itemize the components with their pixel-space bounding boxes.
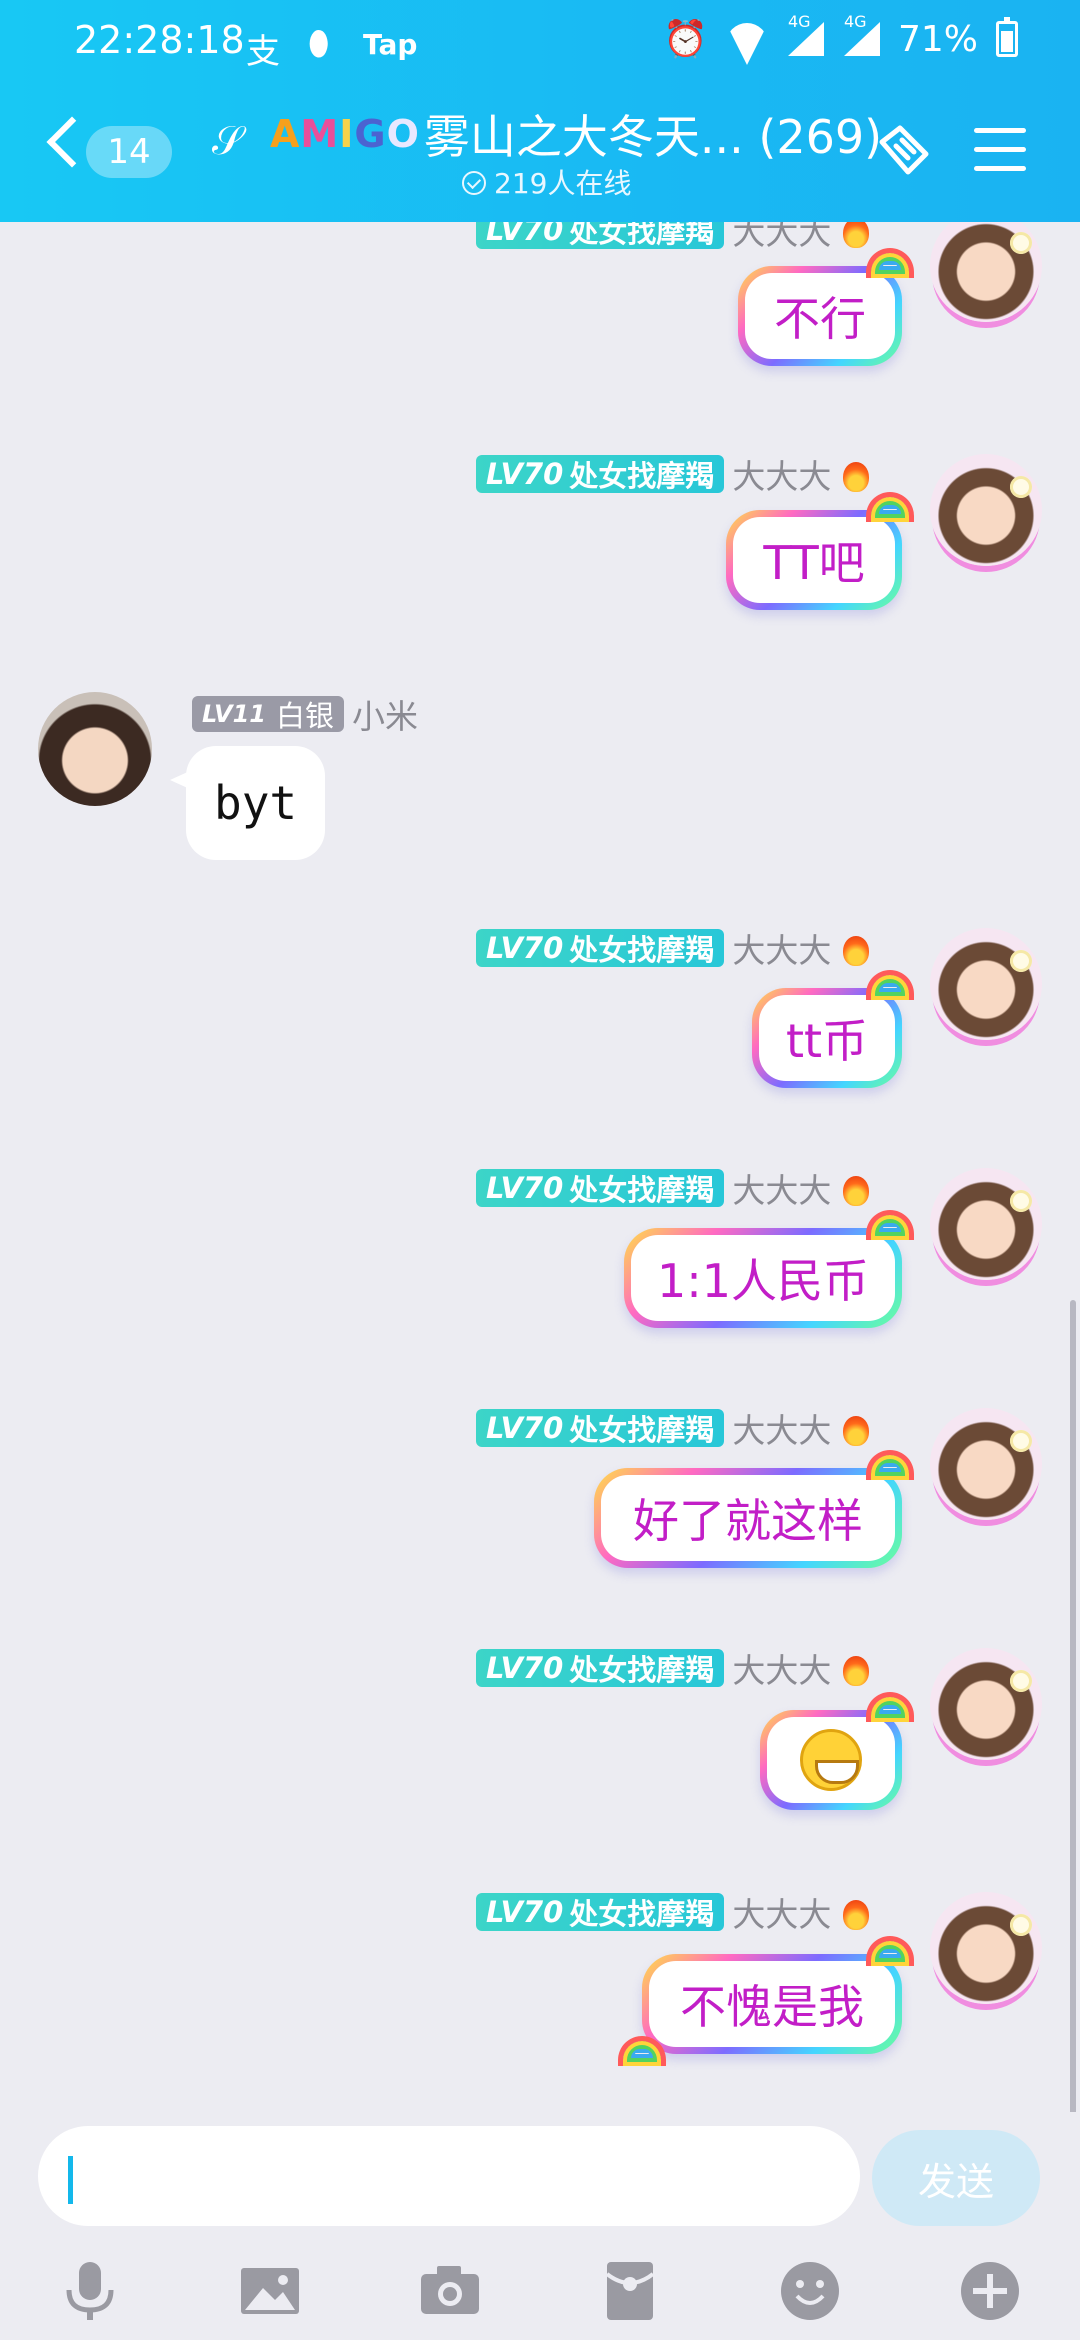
rainbow-icon [866,248,914,278]
level-badge: LV70 处女找摩羯 [476,1169,725,1207]
room-title: 雾山之大冬天... (269) [423,110,883,164]
rainbow-icon [866,1210,914,1240]
alarm-icon: ⏰ [663,19,708,60]
fire-icon [839,454,873,494]
chat-title[interactable]: AMIGO 雾山之大冬天... (269) [270,104,882,164]
level-badge: LV70 处女找摩羯 [476,1649,725,1687]
text-cursor [68,2156,73,2204]
ear-icon[interactable]: 𝒮 [212,118,243,164]
online-count: 219人在线 [462,162,631,202]
sender-name: 大大大 [732,1411,832,1450]
message-bubble[interactable]: TT吧 [726,510,902,610]
rainbow-icon [866,970,914,1000]
avatar[interactable] [930,928,1042,1040]
sender-meta: LV11 白银 小米 [192,694,418,736]
red-packet-icon[interactable] [595,2256,665,2326]
rainbow-icon [866,492,914,522]
microphone-icon[interactable] [55,2256,125,2326]
chat-header: 14 𝒮 AMIGO 雾山之大冬天... (269) 219人在线 [0,90,1080,210]
amigo-logo: AMIGO [270,112,420,156]
fire-icon [839,928,873,968]
sender-name: 大大大 [732,931,832,970]
rainbow-icon [866,1450,914,1480]
plus-icon[interactable] [955,2256,1025,2326]
signal-icon-1: 4G [786,12,824,56]
rainbow-icon [866,1936,914,1966]
scrollbar[interactable] [1070,1300,1076,2112]
send-button[interactable]: 发送 [872,2130,1040,2226]
sender-name: 大大大 [732,1171,832,1210]
message-bubble[interactable]: tt币 [752,988,902,1088]
sender-meta: LV70 处女找摩羯 大大大 [476,1408,873,1450]
message-bubble[interactable]: 好了就这样 [594,1468,902,1568]
sender-name: 大大大 [732,1895,832,1934]
level-badge: LV70 处女找摩羯 [476,1893,725,1931]
message-bubble[interactable]: byt [169,746,326,860]
avatar[interactable] [38,692,152,806]
sender-name: 大大大 [732,457,832,496]
fire-icon [839,1408,873,1448]
avatar[interactable] [930,1648,1042,1760]
message-input[interactable] [38,2126,860,2226]
avatar[interactable] [930,1408,1042,1520]
signal-icon-2: 4G [842,12,880,56]
wifi-icon [726,23,768,55]
grin-emoji-icon [800,1729,862,1791]
unread-count-badge[interactable]: 14 [86,126,172,178]
level-badge: LV11 白银 [192,696,344,733]
message-bubble[interactable]: 不行 [738,266,902,366]
fire-icon [839,1168,873,1208]
level-badge: LV70 处女找摩羯 [476,222,725,249]
avatar[interactable] [930,1892,1042,2004]
tap-icon: Tap [363,28,418,61]
battery-percent: 71% [897,18,978,60]
sender-name: 大大大 [732,222,832,252]
share-icon[interactable] [874,120,934,180]
back-chevron-icon[interactable] [42,118,82,158]
message-list[interactable]: LV70 处女找摩羯 大大大 不行 LV70 处女找摩羯 大大大 TT吧 LV11 白… [0,222,1080,2112]
message-bubble[interactable] [760,1710,902,1810]
emoji-icon[interactable] [775,2256,845,2326]
sender-meta: LV70 处女找摩羯 大大大 [476,1648,873,1690]
sender-name: 大大大 [732,1651,832,1690]
avatar[interactable] [930,454,1042,566]
check-circle-icon [462,171,486,195]
fire-icon [839,1648,873,1688]
level-badge: LV70 处女找摩羯 [476,1409,725,1447]
message-bubble[interactable]: 不愧是我 [642,1954,902,2054]
fire-icon [839,1892,873,1932]
top-bar: 22:28:18 支 ⬮ Tap ⏰ 4G 4G 71% 14 𝒮 AMIGO … [0,0,1080,222]
location-pin-icon: ⬮ [308,24,330,64]
camera-icon[interactable] [415,2256,485,2326]
sender-meta: LV70 处女找摩羯 大大大 [476,222,873,252]
status-bar: 22:28:18 支 ⬮ Tap ⏰ 4G 4G 71% [0,12,1080,74]
sender-meta: LV70 处女找摩羯 大大大 [476,454,873,496]
status-time: 22:28:18 [74,18,245,62]
toolbar [0,2246,1080,2336]
menu-icon[interactable] [974,128,1026,172]
battery-icon [996,17,1018,57]
rainbow-icon [866,1692,914,1722]
avatar[interactable] [930,1168,1042,1280]
message-bubble[interactable]: 1:1人民币 [624,1228,902,1328]
fire-icon [839,222,873,250]
sender-name: 小米 [351,697,418,736]
sender-meta: LV70 处女找摩羯 大大大 [476,1168,873,1210]
avatar[interactable] [930,222,1042,322]
alipay-icon: 支 [246,32,280,72]
sender-meta: LV70 处女找摩羯 大大大 [476,928,873,970]
level-badge: LV70 处女找摩羯 [476,929,725,967]
level-badge: LV70 处女找摩羯 [476,455,725,493]
image-icon[interactable] [235,2256,305,2326]
input-bar: 发送 [0,2112,1080,2340]
sender-meta: LV70 处女找摩羯 大大大 [476,1892,873,1934]
